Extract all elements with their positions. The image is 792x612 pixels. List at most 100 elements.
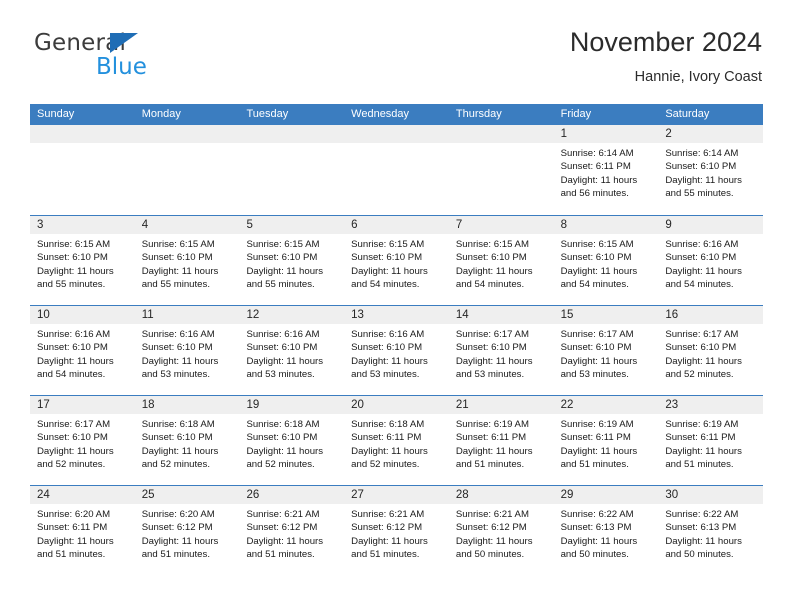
daylight-text-line2: and 51 minutes. bbox=[665, 459, 734, 471]
page-subtitle: Hannie, Ivory Coast bbox=[634, 69, 762, 85]
calendar-day-cell[interactable]: 12 Sunrise: 6:16 AM Sunset: 6:10 PM Dayligh… bbox=[239, 306, 345, 395]
sunset-text: Sunset: 6:10 PM bbox=[665, 252, 737, 264]
sunrise-text: Sunrise: 6:20 AM bbox=[37, 509, 111, 520]
day-details: Sunrise: 6:18 AM Sunset: 6:10 PM Daylight:… bbox=[239, 414, 344, 472]
sunrise-text: Sunrise: 6:18 AM bbox=[351, 419, 425, 430]
calendar-day-cell[interactable]: 2 Sunrise: 6:14 AM Sunset: 6:10 PM Daylight… bbox=[658, 125, 764, 215]
daylight-text-line1: Daylight: 11 hours bbox=[455, 445, 533, 457]
calendar-day-cell[interactable]: 21 Sunrise: 6:19 AM Sunset: 6:11 PM Dayligh… bbox=[448, 396, 554, 485]
day-number: 22 bbox=[553, 396, 659, 414]
daylight-text-line1: Daylight: 11 hours bbox=[351, 355, 428, 367]
daylight-text-line2: and 56 minutes. bbox=[560, 188, 629, 200]
calendar-day-cell[interactable]: 15 Sunrise: 6:17 AM Sunset: 6:10 PM Dayligh… bbox=[553, 306, 659, 395]
day-details: Sunrise: 6:20 AM Sunset: 6:12 PM Daylight:… bbox=[135, 504, 240, 562]
day-number: 16 bbox=[658, 306, 764, 324]
calendar-day-cell[interactable]: 25 Sunrise: 6:20 AM Sunset: 6:12 PM Dayligh… bbox=[134, 486, 240, 575]
calendar-day-cell[interactable]: 24 Sunrise: 6:20 AM Sunset: 6:11 PM Dayligh… bbox=[30, 486, 135, 575]
calendar-day-cell[interactable]: 23 Sunrise: 6:19 AM Sunset: 6:11 PM Dayligh… bbox=[658, 396, 764, 485]
calendar-week-row: 17 Sunrise: 6:17 AM Sunset: 6:10 PM Dayligh… bbox=[30, 395, 764, 485]
page-title: November 2024 bbox=[569, 27, 762, 57]
day-number: 19 bbox=[239, 396, 345, 414]
daylight-text-line1: Daylight: 11 hours bbox=[141, 445, 219, 457]
sunrise-text: Sunrise: 6:17 AM bbox=[37, 419, 111, 430]
day-details: Sunrise: 6:16 AM Sunset: 6:10 PM Daylight:… bbox=[239, 324, 344, 382]
sunrise-text: Sunrise: 6:14 AM bbox=[560, 148, 634, 159]
calendar-day-cell[interactable]: 29 Sunrise: 6:22 AM Sunset: 6:13 PM Dayligh… bbox=[553, 486, 659, 575]
sunset-text: Sunset: 6:10 PM bbox=[351, 342, 423, 354]
calendar-day-cell[interactable]: 6 Sunrise: 6:15 AM Sunset: 6:10 PM Daylight… bbox=[344, 216, 449, 305]
daylight-text-line2: and 51 minutes. bbox=[246, 549, 315, 561]
weekday-header-saturday: Saturday bbox=[665, 108, 710, 120]
calendar-day-cell[interactable]: 4 Sunrise: 6:15 AM Sunset: 6:10 PM Daylight… bbox=[134, 216, 240, 305]
calendar-day-cell[interactable]: 18 Sunrise: 6:18 AM Sunset: 6:10 PM Dayligh… bbox=[134, 396, 240, 485]
calendar-day-cell[interactable]: 3 Sunrise: 6:15 AM Sunset: 6:10 PM Daylight… bbox=[30, 216, 135, 305]
daylight-text-line2: and 55 minutes. bbox=[246, 279, 315, 291]
day-details: Sunrise: 6:22 AM Sunset: 6:13 PM Daylight:… bbox=[658, 504, 763, 562]
sunset-text: Sunset: 6:12 PM bbox=[246, 522, 318, 534]
day-details: Sunrise: 6:16 AM Sunset: 6:10 PM Daylight:… bbox=[30, 324, 135, 382]
calendar-day-cell[interactable]: 9 Sunrise: 6:16 AM Sunset: 6:10 PM Daylight… bbox=[658, 216, 764, 305]
calendar-day-cell[interactable]: 11 Sunrise: 6:16 AM Sunset: 6:10 PM Dayligh… bbox=[134, 306, 240, 395]
day-number: 6 bbox=[344, 216, 449, 234]
page-header: General Blue November 2024 Hannie, Ivory… bbox=[30, 26, 762, 98]
sunrise-text: Sunrise: 6:16 AM bbox=[665, 239, 739, 250]
calendar-day-cell[interactable]: 1 Sunrise: 6:14 AM Sunset: 6:11 PM Daylight… bbox=[553, 125, 659, 215]
calendar-day-cell[interactable]: 7 Sunrise: 6:15 AM Sunset: 6:10 PM Daylight… bbox=[448, 216, 554, 305]
daylight-text-line2: and 52 minutes. bbox=[141, 459, 210, 471]
calendar-day-cell[interactable]: 16 Sunrise: 6:17 AM Sunset: 6:10 PM Dayligh… bbox=[658, 306, 764, 395]
calendar-day-cell[interactable]: 28 Sunrise: 6:21 AM Sunset: 6:12 PM Dayligh… bbox=[448, 486, 554, 575]
day-number: 8 bbox=[553, 216, 659, 234]
day-details: Sunrise: 6:17 AM Sunset: 6:10 PM Daylight:… bbox=[449, 324, 554, 382]
daylight-text-line1: Daylight: 11 hours bbox=[455, 535, 533, 547]
calendar-day-cell[interactable]: 30 Sunrise: 6:22 AM Sunset: 6:13 PM Dayligh… bbox=[658, 486, 764, 575]
calendar-day-cell[interactable]: 22 Sunrise: 6:19 AM Sunset: 6:11 PM Dayligh… bbox=[553, 396, 659, 485]
daylight-text-line2: and 54 minutes. bbox=[665, 279, 734, 291]
day-number: 14 bbox=[448, 306, 554, 324]
daylight-text-line2: and 52 minutes. bbox=[37, 459, 106, 471]
day-details: Sunrise: 6:15 AM Sunset: 6:10 PM Daylight:… bbox=[449, 234, 554, 292]
day-details: Sunrise: 6:16 AM Sunset: 6:10 PM Daylight:… bbox=[658, 234, 763, 292]
daylight-text-line2: and 51 minutes. bbox=[455, 459, 525, 471]
calendar-day-cell[interactable]: 8 Sunrise: 6:15 AM Sunset: 6:10 PM Daylight… bbox=[553, 216, 659, 305]
daylight-text-line2: and 53 minutes. bbox=[455, 369, 525, 381]
daylight-text-line1: Daylight: 11 hours bbox=[37, 535, 114, 547]
day-number: 2 bbox=[658, 125, 764, 143]
day-number: 25 bbox=[134, 486, 240, 504]
calendar-day-cell[interactable]: 10 Sunrise: 6:16 AM Sunset: 6:10 PM Dayligh… bbox=[30, 306, 135, 395]
daylight-text-line1: Daylight: 11 hours bbox=[37, 445, 114, 457]
calendar-day-cell[interactable]: 13 Sunrise: 6:16 AM Sunset: 6:10 PM Dayligh… bbox=[344, 306, 449, 395]
daylight-text-line2: and 53 minutes. bbox=[351, 369, 420, 381]
sunrise-text: Sunrise: 6:16 AM bbox=[141, 329, 215, 340]
daylight-text-line1: Daylight: 11 hours bbox=[351, 445, 428, 457]
day-number: 10 bbox=[30, 306, 135, 324]
daylight-text-line2: and 55 minutes. bbox=[37, 279, 106, 291]
sunrise-text: Sunrise: 6:19 AM bbox=[560, 419, 634, 430]
sunset-text: Sunset: 6:10 PM bbox=[37, 252, 108, 264]
calendar-day-cell[interactable]: 5 Sunrise: 6:15 AM Sunset: 6:10 PM Daylight… bbox=[239, 216, 345, 305]
calendar-grid: Sunday Monday Tuesday Wednesday Thursday… bbox=[30, 104, 764, 575]
calendar-day-cell-empty bbox=[448, 125, 554, 215]
calendar-day-cell[interactable]: 26 Sunrise: 6:21 AM Sunset: 6:12 PM Dayligh… bbox=[239, 486, 345, 575]
daylight-text-line1: Daylight: 11 hours bbox=[665, 265, 742, 277]
sunset-text: Sunset: 6:10 PM bbox=[37, 432, 108, 444]
daylight-text-line1: Daylight: 11 hours bbox=[560, 174, 638, 186]
daylight-text-line1: Daylight: 11 hours bbox=[141, 265, 219, 277]
day-number bbox=[134, 125, 240, 143]
calendar-day-cell[interactable]: 20 Sunrise: 6:18 AM Sunset: 6:11 PM Dayligh… bbox=[344, 396, 449, 485]
calendar-day-cell[interactable]: 27 Sunrise: 6:21 AM Sunset: 6:12 PM Dayligh… bbox=[344, 486, 449, 575]
daylight-text-line1: Daylight: 11 hours bbox=[246, 445, 324, 457]
general-blue-logo[interactable]: General Blue bbox=[34, 30, 264, 92]
calendar-day-cell[interactable]: 19 Sunrise: 6:18 AM Sunset: 6:10 PM Dayligh… bbox=[239, 396, 345, 485]
day-number bbox=[344, 125, 449, 143]
sunrise-text: Sunrise: 6:15 AM bbox=[560, 239, 634, 250]
calendar-day-cell[interactable]: 17 Sunrise: 6:17 AM Sunset: 6:10 PM Dayligh… bbox=[30, 396, 135, 485]
weekday-header-tuesday: Tuesday bbox=[246, 108, 289, 120]
calendar-day-cell[interactable]: 14 Sunrise: 6:17 AM Sunset: 6:10 PM Dayligh… bbox=[448, 306, 554, 395]
daylight-text-line1: Daylight: 11 hours bbox=[560, 265, 638, 277]
sunrise-text: Sunrise: 6:15 AM bbox=[141, 239, 215, 250]
sunrise-text: Sunrise: 6:16 AM bbox=[246, 329, 320, 340]
daylight-text-line2: and 54 minutes. bbox=[455, 279, 525, 291]
calendar-day-cell-empty bbox=[30, 125, 135, 215]
sunrise-text: Sunrise: 6:18 AM bbox=[141, 419, 215, 430]
weekday-header-row: Sunday Monday Tuesday Wednesday Thursday… bbox=[30, 104, 763, 125]
